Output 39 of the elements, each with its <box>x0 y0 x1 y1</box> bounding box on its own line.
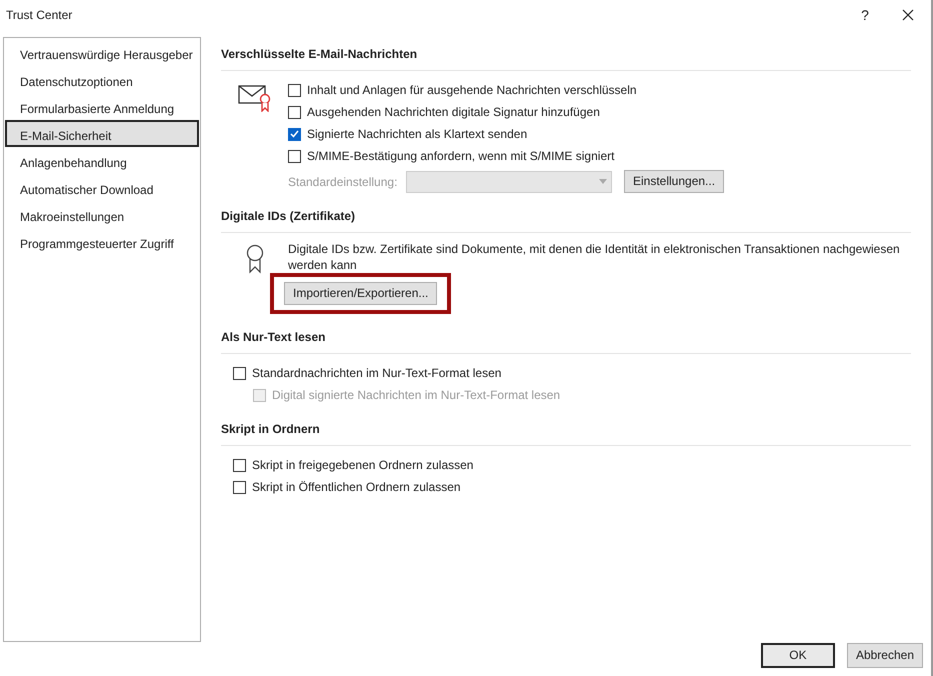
section-heading: Als Nur-Text lesen <box>221 320 911 354</box>
checkbox-label: S/MIME-Bestätigung anfordern, wenn mit S/MIME signiert <box>307 148 614 165</box>
description-text: Digitale IDs bzw. Zertifikate sind Dokumente, mit denen die Identität in elektronischen Transaktionen nachgewiesen werden kann <box>288 241 901 273</box>
checkbox[interactable] <box>233 366 246 380</box>
checkbox-label: Skript in freigegebenen Ordnern zulassen <box>252 457 474 474</box>
field-label: Standardeinstellung: <box>288 174 398 190</box>
dropdown-field[interactable] <box>406 170 612 192</box>
window-title: Trust Center <box>6 7 74 24</box>
section-heading: Verschlüsselte E-Mail-Nachrichten <box>221 37 911 71</box>
sidebar-item[interactable]: Formularbasierte Anmeldung <box>5 93 199 120</box>
close-icon <box>902 9 914 21</box>
sidebar-item[interactable]: Datenschutzoptionen <box>5 66 199 93</box>
sidebar-item[interactable]: Vertrauenswürdige Herausgeber <box>5 39 199 66</box>
checkbox[interactable] <box>233 480 246 494</box>
sidebar-item[interactable]: Programmgesteuerter Zugriff <box>5 228 199 255</box>
checkbox-label: Digital signierte Nachrichten im Nur-Text-Format lesen <box>272 387 560 404</box>
checkbox-label: Ausgehenden Nachrichten digitale Signatur hinzufügen <box>307 104 600 121</box>
checkbox-label: Signierte Nachrichten als Klartext senden <box>307 126 528 143</box>
sidebar-item[interactable]: Makroeinstellungen <box>5 201 199 228</box>
section-heading: Digitale IDs (Zertifikate) <box>221 199 911 233</box>
import-export-button[interactable]: Importieren/Exportieren... <box>284 282 438 305</box>
section-heading: Skript in Ordnern <box>221 412 911 446</box>
sidebar-item[interactable]: E-Mail-Sicherheit <box>5 120 199 147</box>
checkbox[interactable] <box>288 106 301 118</box>
help-button[interactable]: ? <box>845 4 885 26</box>
checkbox[interactable] <box>288 128 301 140</box>
checkbox[interactable] <box>233 458 246 472</box>
ribbon-icon <box>244 244 264 274</box>
ok-button[interactable]: OK <box>760 643 835 668</box>
checkbox-label: Standardnachrichten im Nur-Text-Format lesen <box>252 365 502 382</box>
settings-button[interactable]: Einstellungen... <box>624 170 724 193</box>
checkbox-label: Skript in Öffentlichen Ordnern zulassen <box>252 479 461 496</box>
caret-icon <box>599 179 607 184</box>
sidebar-item[interactable]: Automatischer Download <box>5 174 199 201</box>
checkbox[interactable] <box>288 84 301 96</box>
checkbox-label: Inhalt und Anlagen für ausgehende Nachrichten verschlüsseln <box>307 82 637 99</box>
cancel-button[interactable]: Abbrechen <box>846 643 923 668</box>
checkbox[interactable] <box>288 150 301 162</box>
sidebar-item[interactable]: Anlagenbehandlung <box>5 147 199 174</box>
